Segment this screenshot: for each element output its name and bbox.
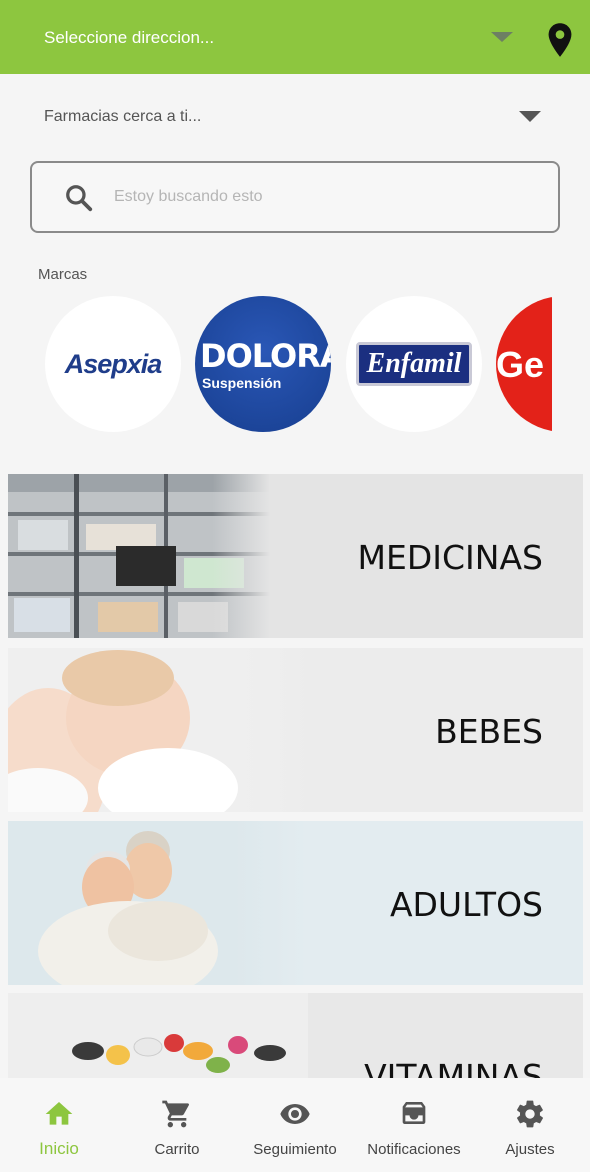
home-icon bbox=[45, 1102, 73, 1125]
nav-ajustes[interactable]: Ajustes bbox=[488, 1078, 572, 1172]
eye-icon bbox=[280, 1104, 310, 1124]
search-icon bbox=[66, 185, 93, 212]
map-pin-icon[interactable] bbox=[545, 22, 575, 58]
top-bar: Seleccione direccion... bbox=[0, 0, 590, 74]
pharmacy-shelves-image bbox=[8, 474, 270, 638]
brand-asepxia-logo: Asepxia bbox=[64, 348, 163, 379]
inbox-icon bbox=[402, 1102, 426, 1124]
nav-notificaciones[interactable]: Notificaciones bbox=[359, 1078, 469, 1172]
brand-enfamil-logo: Enfamil bbox=[355, 342, 473, 386]
category-adultos[interactable]: ADULTOS bbox=[8, 821, 583, 985]
cart-icon bbox=[162, 1100, 189, 1128]
address-caret-down-icon[interactable] bbox=[491, 32, 513, 42]
gear-icon bbox=[517, 1100, 543, 1128]
nav-label: Seguimiento bbox=[253, 1141, 337, 1158]
pills-image bbox=[8, 993, 308, 1083]
bottom-nav: Inicio Carrito Seguimiento Notificacione… bbox=[0, 1078, 590, 1172]
brand-ge[interactable]: Ge bbox=[496, 296, 552, 432]
brand-doloral-logo: DOLORAL Suspensión bbox=[200, 337, 331, 391]
pharmacy-caret-down-icon[interactable] bbox=[519, 111, 541, 122]
category-title: ADULTOS bbox=[389, 885, 543, 924]
nav-label: Inicio bbox=[39, 1139, 79, 1158]
brand-ge-logo: Ge bbox=[496, 344, 545, 385]
category-medicinas[interactable]: MEDICINAS bbox=[8, 474, 583, 638]
brands-heading: Marcas bbox=[38, 266, 88, 283]
pharmacy-selector-label: Farmacias cerca a ti... bbox=[44, 108, 202, 125]
category-title: BEBES bbox=[435, 712, 543, 751]
search-input[interactable] bbox=[114, 179, 534, 215]
nav-label: Notificaciones bbox=[367, 1141, 461, 1158]
brand-asepxia[interactable]: Asepxia bbox=[45, 296, 181, 432]
baby-image bbox=[8, 648, 318, 812]
nav-label: Ajustes bbox=[505, 1141, 555, 1158]
pharmacy-selector[interactable]: Farmacias cerca a ti... bbox=[0, 74, 590, 156]
nav-carrito[interactable]: Carrito bbox=[135, 1078, 219, 1172]
nav-seguimiento[interactable]: Seguimiento bbox=[245, 1078, 345, 1172]
seniors-image bbox=[8, 821, 308, 985]
brand-doloral[interactable]: DOLORAL Suspensión bbox=[195, 296, 331, 432]
nav-label: Carrito bbox=[154, 1141, 200, 1158]
search-box[interactable] bbox=[30, 161, 560, 233]
brands-carousel[interactable]: Asepxia DOLORAL Suspensión Enfamil Ge bbox=[0, 296, 552, 434]
nav-inicio[interactable]: Inicio bbox=[18, 1078, 100, 1172]
category-bebes[interactable]: BEBES bbox=[8, 648, 583, 812]
address-selector[interactable]: Seleccione direccion... bbox=[44, 28, 214, 48]
category-title: MEDICINAS bbox=[357, 538, 543, 577]
brand-enfamil[interactable]: Enfamil bbox=[346, 296, 482, 432]
